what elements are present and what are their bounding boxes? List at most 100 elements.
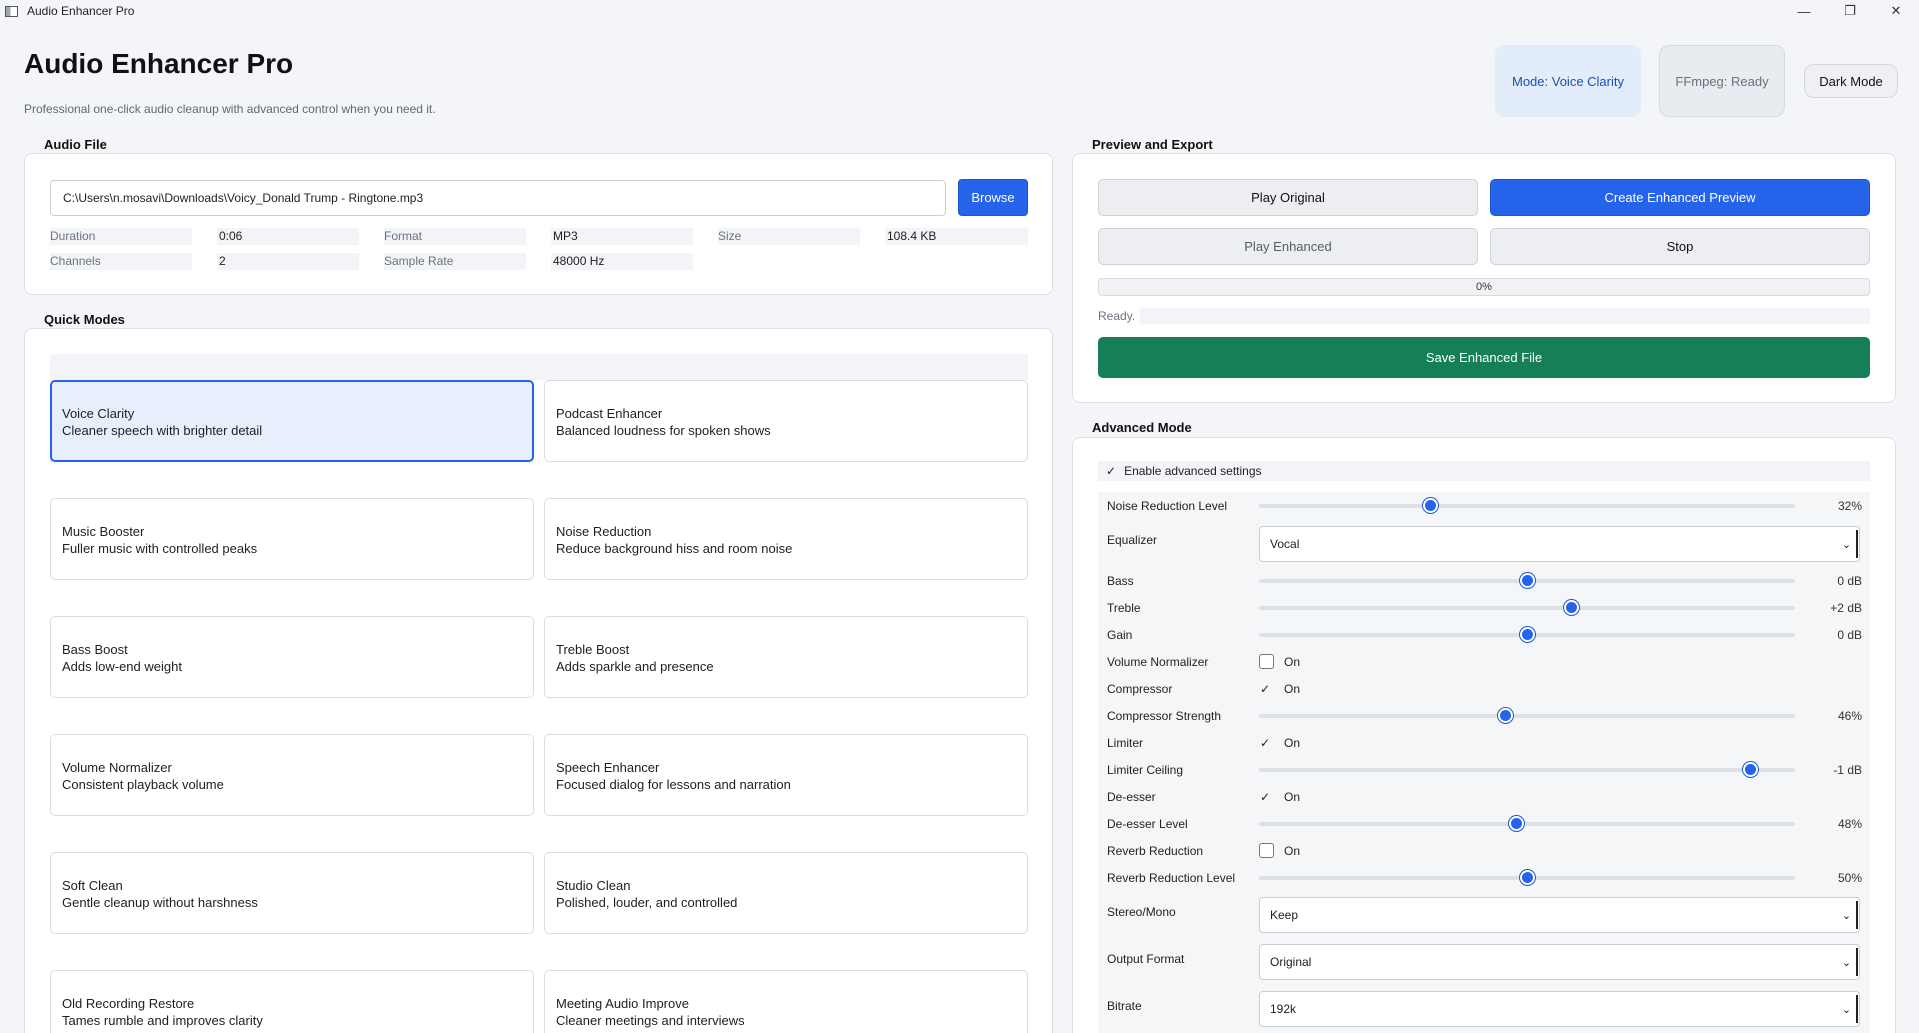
format-value: MP3 xyxy=(551,228,693,245)
limiter-ceiling-label: Limiter Ceiling xyxy=(1107,763,1184,777)
mode-card-voice-clarity[interactable]: Voice Clarity Cleaner speech with bright… xyxy=(50,380,534,462)
slider-thumb[interactable] xyxy=(1423,498,1439,513)
save-enhanced-file-button[interactable]: Save Enhanced File xyxy=(1098,337,1870,378)
limiter-label: Limiter xyxy=(1107,736,1144,750)
bitrate-label: Bitrate xyxy=(1107,999,1142,1013)
treble-slider[interactable] xyxy=(1259,600,1795,615)
slider-thumb[interactable] xyxy=(1519,573,1535,588)
mode-description: Polished, louder, and controlled xyxy=(556,895,738,910)
limiter-checkbox[interactable]: ✓ xyxy=(1260,736,1270,750)
close-icon[interactable]: ✕ xyxy=(1873,0,1919,22)
mode-card-soft-clean[interactable]: Soft Clean Gentle cleanup without harshn… xyxy=(50,852,534,934)
output-format-value: Original xyxy=(1270,955,1312,969)
checkmark-icon: ✓ xyxy=(1106,464,1117,478)
ffmpeg-status-badge: FFmpeg: Ready xyxy=(1659,45,1785,117)
mode-card-music-booster[interactable]: Music Booster Fuller music with controll… xyxy=(50,498,534,580)
play-original-button[interactable]: Play Original xyxy=(1098,179,1478,216)
progress-text: 0% xyxy=(1476,281,1492,293)
mode-card-old-recording-restore[interactable]: Old Recording Restore Tames rumble and i… xyxy=(50,970,534,1033)
bass-label: Bass xyxy=(1107,574,1134,588)
volume-normalizer-label: Volume Normalizer xyxy=(1107,655,1209,669)
stereo-mono-value: Keep xyxy=(1270,908,1299,922)
dark-mode-button[interactable]: Dark Mode xyxy=(1804,64,1898,98)
slider-thumb[interactable] xyxy=(1519,870,1535,885)
reverb-reduction-level-value: 50% xyxy=(1837,871,1862,885)
mode-card-podcast-enhancer[interactable]: Podcast Enhancer Balanced loudness for s… xyxy=(544,380,1028,462)
equalizer-select[interactable]: Vocal ⌄ xyxy=(1259,526,1860,562)
mode-card-volume-normalizer[interactable]: Volume Normalizer Consistent playback vo… xyxy=(50,734,534,816)
compressor-on-label: On xyxy=(1284,682,1301,696)
limiter-ceiling-value: -1 dB xyxy=(1833,763,1862,777)
mode-name: Noise Reduction xyxy=(556,524,652,539)
bass-slider[interactable] xyxy=(1259,573,1795,588)
mode-description: Cleaner meetings and interviews xyxy=(556,1013,745,1028)
status-line xyxy=(1140,308,1870,324)
gain-label: Gain xyxy=(1107,628,1133,642)
page-subtitle: Professional one-click audio cleanup wit… xyxy=(24,102,436,116)
audio-file-panel xyxy=(24,153,1053,295)
slider-thumb[interactable] xyxy=(1742,762,1758,777)
enable-advanced-checkbox[interactable]: ✓ Enable advanced settings xyxy=(1098,461,1870,481)
compressor-strength-slider[interactable] xyxy=(1259,708,1795,723)
slider-thumb[interactable] xyxy=(1508,816,1524,831)
output-format-select[interactable]: Original ⌄ xyxy=(1259,944,1860,980)
deesser-checkbox[interactable]: ✓ xyxy=(1260,790,1270,804)
compressor-strength-value: 46% xyxy=(1837,709,1862,723)
app-icon xyxy=(5,5,18,17)
mode-card-treble-boost[interactable]: Treble Boost Adds sparkle and presence xyxy=(544,616,1028,698)
slider-thumb[interactable] xyxy=(1498,708,1514,723)
stop-button[interactable]: Stop xyxy=(1490,228,1870,265)
mode-card-meeting-audio-improve[interactable]: Meeting Audio Improve Cleaner meetings a… xyxy=(544,970,1028,1033)
limiter-ceiling-slider[interactable] xyxy=(1259,762,1795,777)
compressor-checkbox[interactable]: ✓ xyxy=(1260,682,1270,696)
mode-name: Music Booster xyxy=(62,524,145,539)
sample-rate-value: 48000 Hz xyxy=(551,253,693,270)
create-preview-button[interactable]: Create Enhanced Preview xyxy=(1490,179,1870,216)
gain-value: 0 dB xyxy=(1837,628,1862,642)
deesser-on-label: On xyxy=(1284,790,1301,804)
play-enhanced-button[interactable]: Play Enhanced xyxy=(1098,228,1478,265)
mode-badge: Mode: Voice Clarity xyxy=(1495,45,1641,117)
page-title: Audio Enhancer Pro xyxy=(24,48,294,79)
mode-card-bass-boost[interactable]: Bass Boost Adds low-end weight xyxy=(50,616,534,698)
file-path-input[interactable]: C:\Users\n.mosavi\Downloads\Voicy_Donald… xyxy=(50,180,946,216)
compressor-strength-label: Compressor Strength xyxy=(1107,709,1222,723)
mode-name: Old Recording Restore xyxy=(62,996,195,1011)
browse-button[interactable]: Browse xyxy=(958,179,1028,216)
reverb-reduction-on-label: On xyxy=(1284,844,1301,858)
equalizer-label: Equalizer xyxy=(1107,533,1158,547)
duration-value: 0:06 xyxy=(217,228,359,245)
mode-card-speech-enhancer[interactable]: Speech Enhancer Focused dialog for lesso… xyxy=(544,734,1028,816)
slider-thumb[interactable] xyxy=(1519,627,1535,642)
maximize-icon[interactable]: ❐ xyxy=(1827,0,1873,22)
equalizer-value: Vocal xyxy=(1270,537,1300,551)
enable-advanced-label: Enable advanced settings xyxy=(1124,464,1262,478)
gain-slider[interactable] xyxy=(1259,627,1795,642)
deesser-level-value: 48% xyxy=(1837,817,1862,831)
deesser-level-label: De-esser Level xyxy=(1107,817,1188,831)
mode-name: Bass Boost xyxy=(62,642,128,657)
mode-description: Cleaner speech with brighter detail xyxy=(62,423,263,438)
bitrate-select[interactable]: 192k ⌄ xyxy=(1259,991,1860,1027)
chevron-down-icon: ⌄ xyxy=(1841,909,1852,922)
mode-name: Volume Normalizer xyxy=(62,760,172,775)
mode-card-noise-reduction[interactable]: Noise Reduction Reduce background hiss a… xyxy=(544,498,1028,580)
treble-label: Treble xyxy=(1107,601,1141,615)
mode-description: Reduce background hiss and room noise xyxy=(556,541,793,556)
volume-normalizer-checkbox[interactable] xyxy=(1259,654,1274,669)
reverb-reduction-level-label: Reverb Reduction Level xyxy=(1107,871,1236,885)
quick-modes-header-strip xyxy=(50,354,1028,380)
compressor-label: Compressor xyxy=(1107,682,1173,696)
reverb-reduction-checkbox[interactable] xyxy=(1259,843,1274,858)
minimize-icon[interactable]: — xyxy=(1781,0,1827,22)
mode-card-studio-clean[interactable]: Studio Clean Polished, louder, and contr… xyxy=(544,852,1028,934)
mode-description: Focused dialog for lessons and narration xyxy=(556,777,791,792)
reverb-reduction-level-slider[interactable] xyxy=(1259,870,1795,885)
quick-modes-title: Quick Modes xyxy=(44,312,125,327)
progress-bar: 0% xyxy=(1098,278,1870,296)
format-label: Format xyxy=(384,229,423,243)
stereo-mono-select[interactable]: Keep ⌄ xyxy=(1259,897,1860,933)
noise-reduction-slider[interactable] xyxy=(1259,498,1795,513)
window-titlebar: Audio Enhancer Pro xyxy=(0,0,1919,22)
deesser-level-slider[interactable] xyxy=(1259,816,1795,831)
